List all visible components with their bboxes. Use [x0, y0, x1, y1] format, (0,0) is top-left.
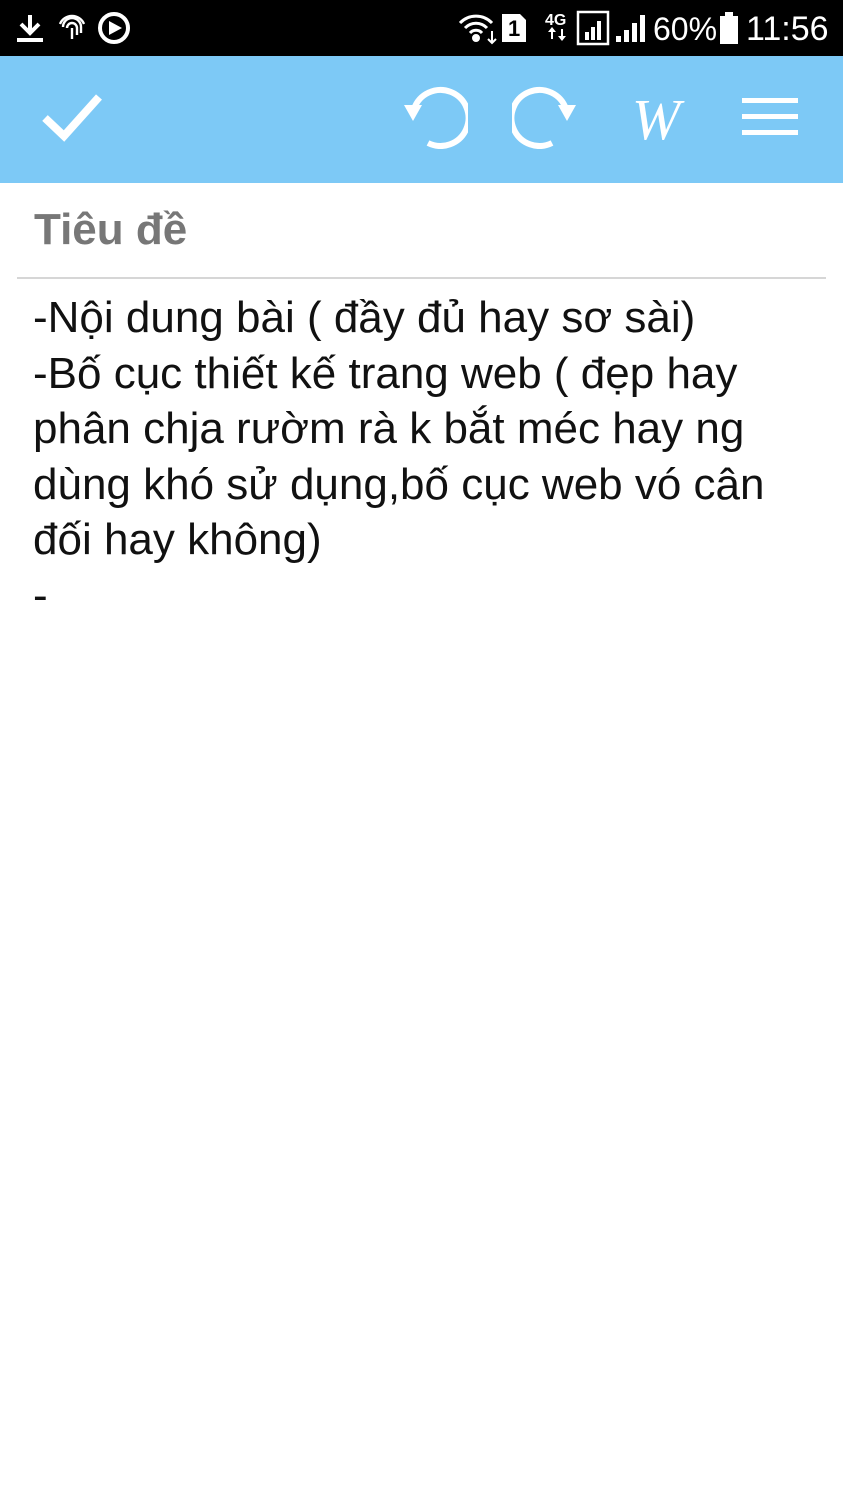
sync-icon [97, 0, 131, 56]
title-input[interactable] [34, 205, 814, 255]
body-line: dùng khó sử dụng,bố cục web vó cân [33, 459, 765, 509]
body-line: đối hay không) [33, 515, 322, 564]
title-field-container [17, 183, 826, 279]
battery-percent: 60% [653, 11, 718, 47]
undo-icon [400, 85, 472, 154]
download-icon [14, 0, 46, 56]
note-body-textarea[interactable]: -Nội dung bài ( đầy đủ hay sơ sài) -Bố c… [33, 290, 823, 623]
sim-badge-number: 1 [508, 16, 521, 41]
editor-toolbar: W [0, 56, 843, 183]
body-line: - [33, 570, 48, 620]
body-line: phân chja rườm rà k bắt méc hay ng [33, 404, 745, 453]
signal-icon [614, 0, 646, 56]
body-line: -Bố cục thiết kế trang web ( đẹp hay [33, 348, 738, 398]
body-line: -Nội dung bài ( đầy đủ hay sơ sài) [33, 293, 696, 342]
signal-box-icon [576, 0, 610, 56]
wifi-icon [458, 0, 500, 56]
status-bar: 1 4G 60% 11:56 [0, 0, 843, 56]
menu-button[interactable] [730, 56, 810, 183]
data-arrows-icon [548, 12, 566, 56]
fingerprint-icon [57, 0, 87, 56]
save-button[interactable] [30, 56, 114, 183]
clock: 11:56 [746, 10, 829, 48]
redo-icon [508, 85, 580, 154]
wiki-format-button[interactable]: W [618, 56, 694, 183]
undo-button[interactable] [396, 56, 472, 183]
check-icon [40, 91, 104, 148]
battery-icon [718, 0, 740, 56]
menu-icon [742, 96, 798, 143]
redo-button[interactable] [508, 56, 584, 183]
wiki-label: W [631, 86, 681, 152]
